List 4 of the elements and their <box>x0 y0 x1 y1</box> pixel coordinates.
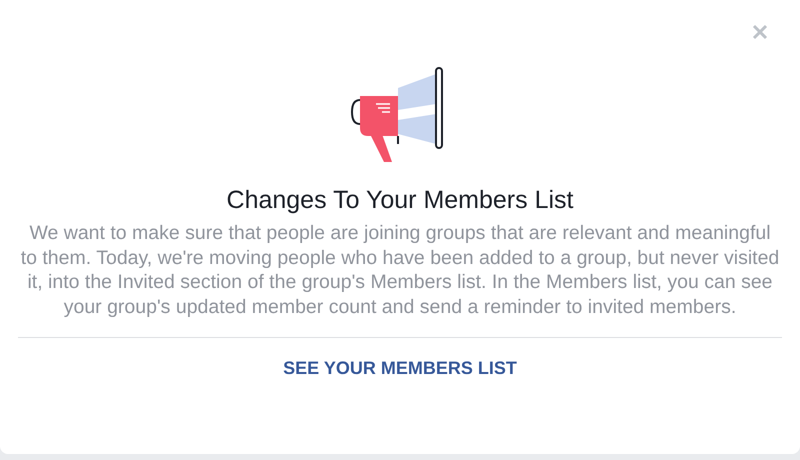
dialog-message: We want to make sure that people are joining groups that are relevant and meaningful to them. Today, we're moving people who have been added to a group, but never visited it, into the Invited section of the group's Members list. In the Members list, you can see your group's updated member count and send a reminder to invited members. <box>20 221 780 319</box>
dialog-title: Changes To Your Members List <box>226 186 574 215</box>
see-members-link[interactable]: SEE YOUR MEMBERS LIST <box>283 358 517 379</box>
close-icon[interactable] <box>752 24 768 40</box>
